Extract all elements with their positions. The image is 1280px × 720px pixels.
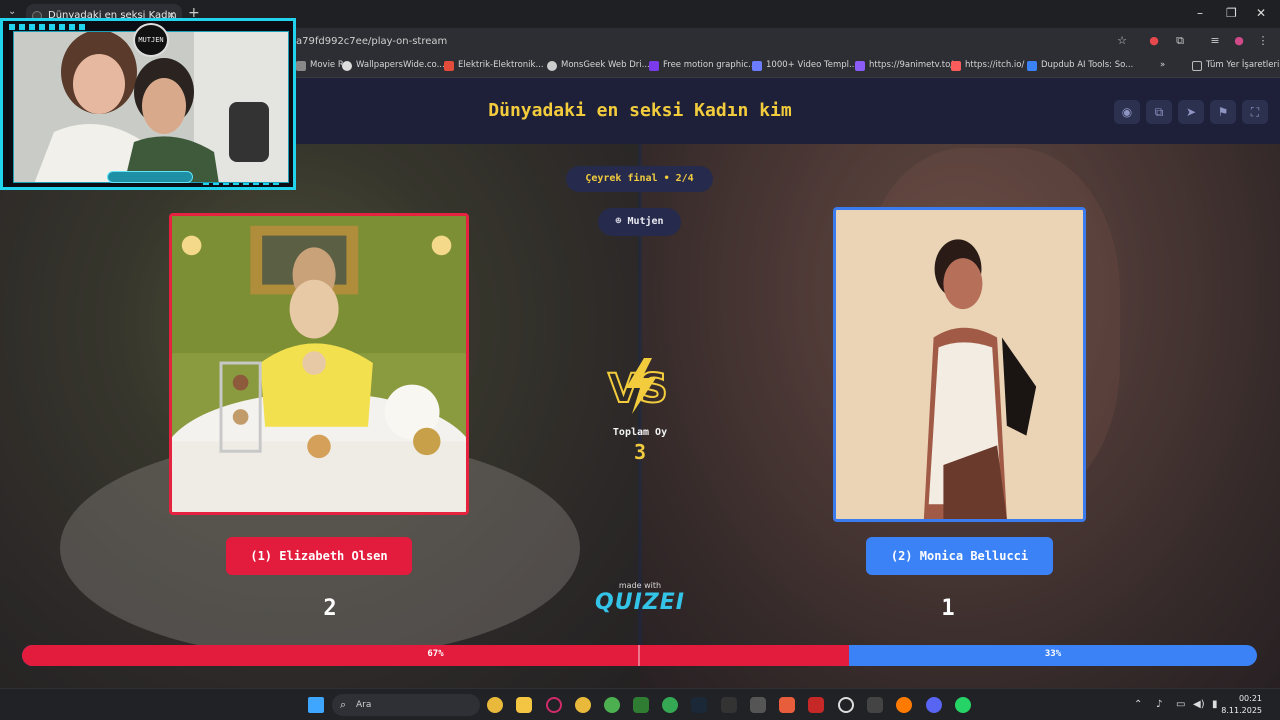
round-badge: Çeyrek final • 2/4 bbox=[566, 166, 713, 192]
bookmark-item[interactable]: https://9animetv.to/ bbox=[855, 60, 953, 71]
screen: ⌄ Dünyadaki en seksi Kadın ✕ + – ❐ ✕ a79… bbox=[0, 0, 1280, 720]
vote-count-right: 1 bbox=[941, 596, 955, 621]
bookmark-icon bbox=[547, 61, 557, 71]
volume-icon[interactable]: ◀) bbox=[1193, 699, 1205, 710]
vote-percent-right: 33% bbox=[1044, 649, 1062, 659]
fullscreen-icon[interactable]: ⛶ bbox=[1242, 100, 1268, 124]
restore-icon[interactable]: ❐ bbox=[1226, 6, 1237, 20]
bookmark-icon bbox=[444, 61, 454, 71]
clock-time: 00:21 bbox=[1238, 694, 1262, 703]
overlay-stripes bbox=[9, 24, 89, 30]
vs-icon: VS bbox=[607, 358, 669, 414]
bookmark-item[interactable]: MonsGeek Web Dri... bbox=[547, 60, 650, 71]
bookmark-icon bbox=[855, 61, 865, 71]
bookmark-icon bbox=[1027, 61, 1037, 71]
extension-abp-icon[interactable]: ● bbox=[1147, 34, 1161, 48]
app-icon[interactable] bbox=[750, 697, 766, 713]
webcam-nameplate bbox=[107, 171, 193, 183]
bookmarks-overflow-icon[interactable]: » bbox=[1160, 60, 1165, 70]
bookmark-item[interactable]: Elektrik-Elektronik... bbox=[444, 60, 544, 71]
bookmark-item[interactable]: 1000+ Video Templ... bbox=[752, 60, 857, 71]
total-votes-label: Toplam Oy bbox=[612, 427, 668, 438]
taskbar: ⌕ Ara ⌃ ♪ ▭ ◀) ▮ 00:21 8.11.2025 bbox=[0, 688, 1280, 720]
xbox-icon[interactable] bbox=[633, 697, 649, 713]
start-icon[interactable] bbox=[308, 697, 324, 713]
taskbar-search[interactable]: ⌕ Ara bbox=[332, 694, 480, 716]
discord-icon[interactable] bbox=[926, 697, 942, 713]
channel-logo: MUTJEN bbox=[133, 23, 169, 57]
brand-logo[interactable]: QUIZEI bbox=[580, 590, 700, 615]
bookmark-item[interactable]: https://itch.io/ bbox=[951, 60, 1024, 71]
flag-icon[interactable]: ⚑ bbox=[1210, 100, 1236, 124]
chrome-alt-icon[interactable] bbox=[662, 697, 678, 713]
opera-icon[interactable] bbox=[546, 697, 562, 713]
profile-icon[interactable]: ● bbox=[1232, 34, 1246, 48]
origin-icon[interactable] bbox=[896, 697, 912, 713]
bookmark-icon bbox=[296, 61, 306, 71]
bookmark-item[interactable]: Dupdub AI Tools: So... bbox=[1027, 60, 1133, 71]
bookmark-icon bbox=[342, 61, 352, 71]
vote-count-left: 2 bbox=[323, 596, 337, 621]
choice-card-left[interactable] bbox=[169, 213, 469, 515]
chrome-profile-icon[interactable] bbox=[575, 697, 591, 713]
eye-icon[interactable]: ◉ bbox=[1114, 100, 1140, 124]
send-icon[interactable]: ➤ bbox=[1178, 100, 1204, 124]
app-icon[interactable] bbox=[867, 697, 883, 713]
webcam-overlay: MUTJEN bbox=[0, 18, 296, 190]
vote-progress-bar: 67% 33% bbox=[22, 645, 1257, 666]
all-bookmarks[interactable]: Tüm Yer İşaretleri bbox=[1192, 60, 1279, 71]
folder-icon bbox=[1192, 61, 1202, 71]
vote-button-right[interactable]: (2) Monica Bellucci bbox=[866, 537, 1053, 575]
share-icon[interactable]: ⧉ bbox=[1146, 100, 1172, 124]
choice-image-right bbox=[836, 210, 1083, 519]
choice-card-right[interactable] bbox=[833, 207, 1086, 522]
choice-image-left bbox=[172, 216, 466, 512]
search-icon: ⌕ bbox=[340, 698, 347, 711]
host-badge: ☻ Mutjen bbox=[598, 208, 681, 236]
epic-games-icon[interactable] bbox=[721, 697, 737, 713]
close-window-icon[interactable]: ✕ bbox=[1256, 6, 1266, 20]
chrome-active-icon[interactable] bbox=[604, 697, 620, 713]
minimize-icon[interactable]: – bbox=[1197, 6, 1203, 20]
menu-icon[interactable]: ⋮ bbox=[1256, 34, 1270, 48]
made-with-label: made with bbox=[618, 581, 662, 590]
chatgpt-icon[interactable] bbox=[838, 697, 854, 713]
bookmark-icon bbox=[752, 61, 762, 71]
tab-search-icon[interactable]: ⌄ bbox=[8, 6, 16, 17]
system-clock[interactable]: 00:21 8.11.2025 bbox=[1221, 693, 1262, 717]
extensions-icon[interactable]: ⧉ bbox=[1173, 34, 1187, 48]
bookmark-item[interactable]: Free motion graphic... bbox=[649, 60, 756, 71]
steam-icon[interactable] bbox=[691, 697, 707, 713]
vote-button-left[interactable]: (1) Elizabeth Olsen bbox=[226, 537, 412, 575]
battery-icon[interactable]: ▮ bbox=[1212, 699, 1218, 710]
bookmark-icon bbox=[649, 61, 659, 71]
youtube-music-icon[interactable] bbox=[808, 697, 824, 713]
file-explorer-icon[interactable] bbox=[516, 697, 532, 713]
chrome-icon[interactable] bbox=[487, 697, 503, 713]
clock-date: 8.11.2025 bbox=[1221, 706, 1262, 715]
app-icon[interactable] bbox=[779, 697, 795, 713]
star-icon[interactable]: ☆ bbox=[1115, 34, 1129, 48]
media-icon[interactable]: ≡ bbox=[1208, 34, 1222, 48]
microphone-icon[interactable]: ♪ bbox=[1156, 699, 1162, 710]
network-icon[interactable]: ▭ bbox=[1176, 699, 1185, 710]
bookmark-item[interactable]: WallpapersWide.co... bbox=[342, 60, 445, 71]
url-field[interactable]: a79fd992c7ee/play-on-stream bbox=[296, 36, 447, 47]
vote-percent-left: 67% bbox=[427, 649, 444, 659]
total-votes-value: 3 bbox=[633, 440, 647, 464]
whatsapp-icon[interactable] bbox=[955, 697, 971, 713]
tray-chevron-icon[interactable]: ⌃ bbox=[1134, 699, 1142, 710]
user-icon: ☻ bbox=[615, 216, 628, 227]
bookmark-icon bbox=[951, 61, 961, 71]
